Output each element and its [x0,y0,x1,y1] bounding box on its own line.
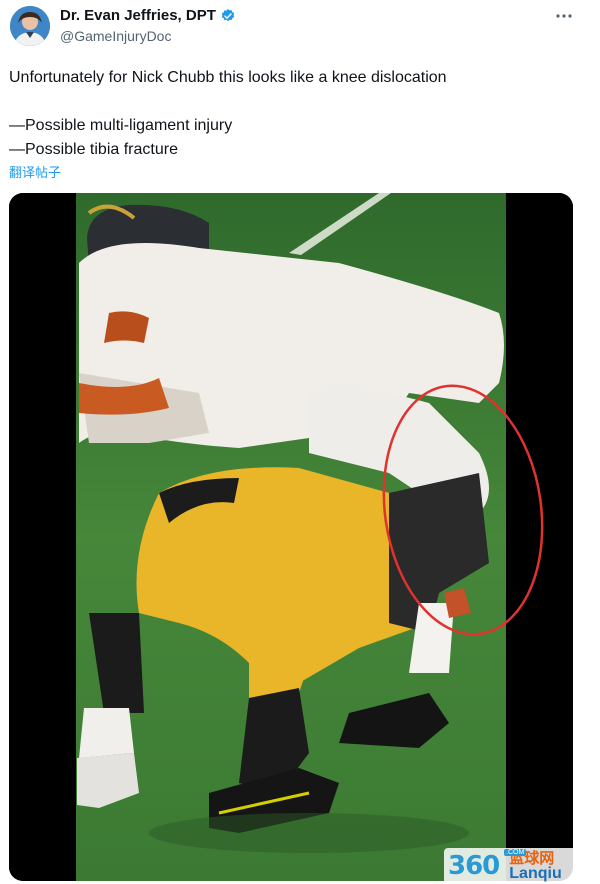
watermark-en: Lanqiu [509,864,562,882]
injury-photo [9,193,573,881]
watermark-com: .COM [504,849,527,856]
tweet-line-1: Unfortunately for Nick Chubb this looks … [9,69,447,86]
avatar[interactable] [10,6,50,46]
tweet-text: Unfortunately for Nick Chubb this looks … [9,66,579,162]
author-name[interactable]: Dr. Evan Jeffries, DPT [60,7,216,24]
translate-post-link[interactable]: 翻译帖子 [9,162,61,181]
person-avatar-icon [10,6,50,46]
tweet-line-2: —Possible multi-ligament injury [9,117,233,134]
site-watermark-logo: 360 .COM 蓝球网 Lanqiu [444,848,600,884]
more-horizontal-icon [556,14,572,18]
author-name-row: Dr. Evan Jeffries, DPT [60,7,236,24]
tweet-media-video[interactable] [9,193,573,881]
watermark-number: 360 [448,851,500,881]
verified-badge-icon [220,8,236,24]
more-options-button[interactable] [554,6,574,26]
author-handle[interactable]: @GameInjuryDoc [60,28,171,44]
tweet-line-3: —Possible tibia fracture [9,141,178,158]
